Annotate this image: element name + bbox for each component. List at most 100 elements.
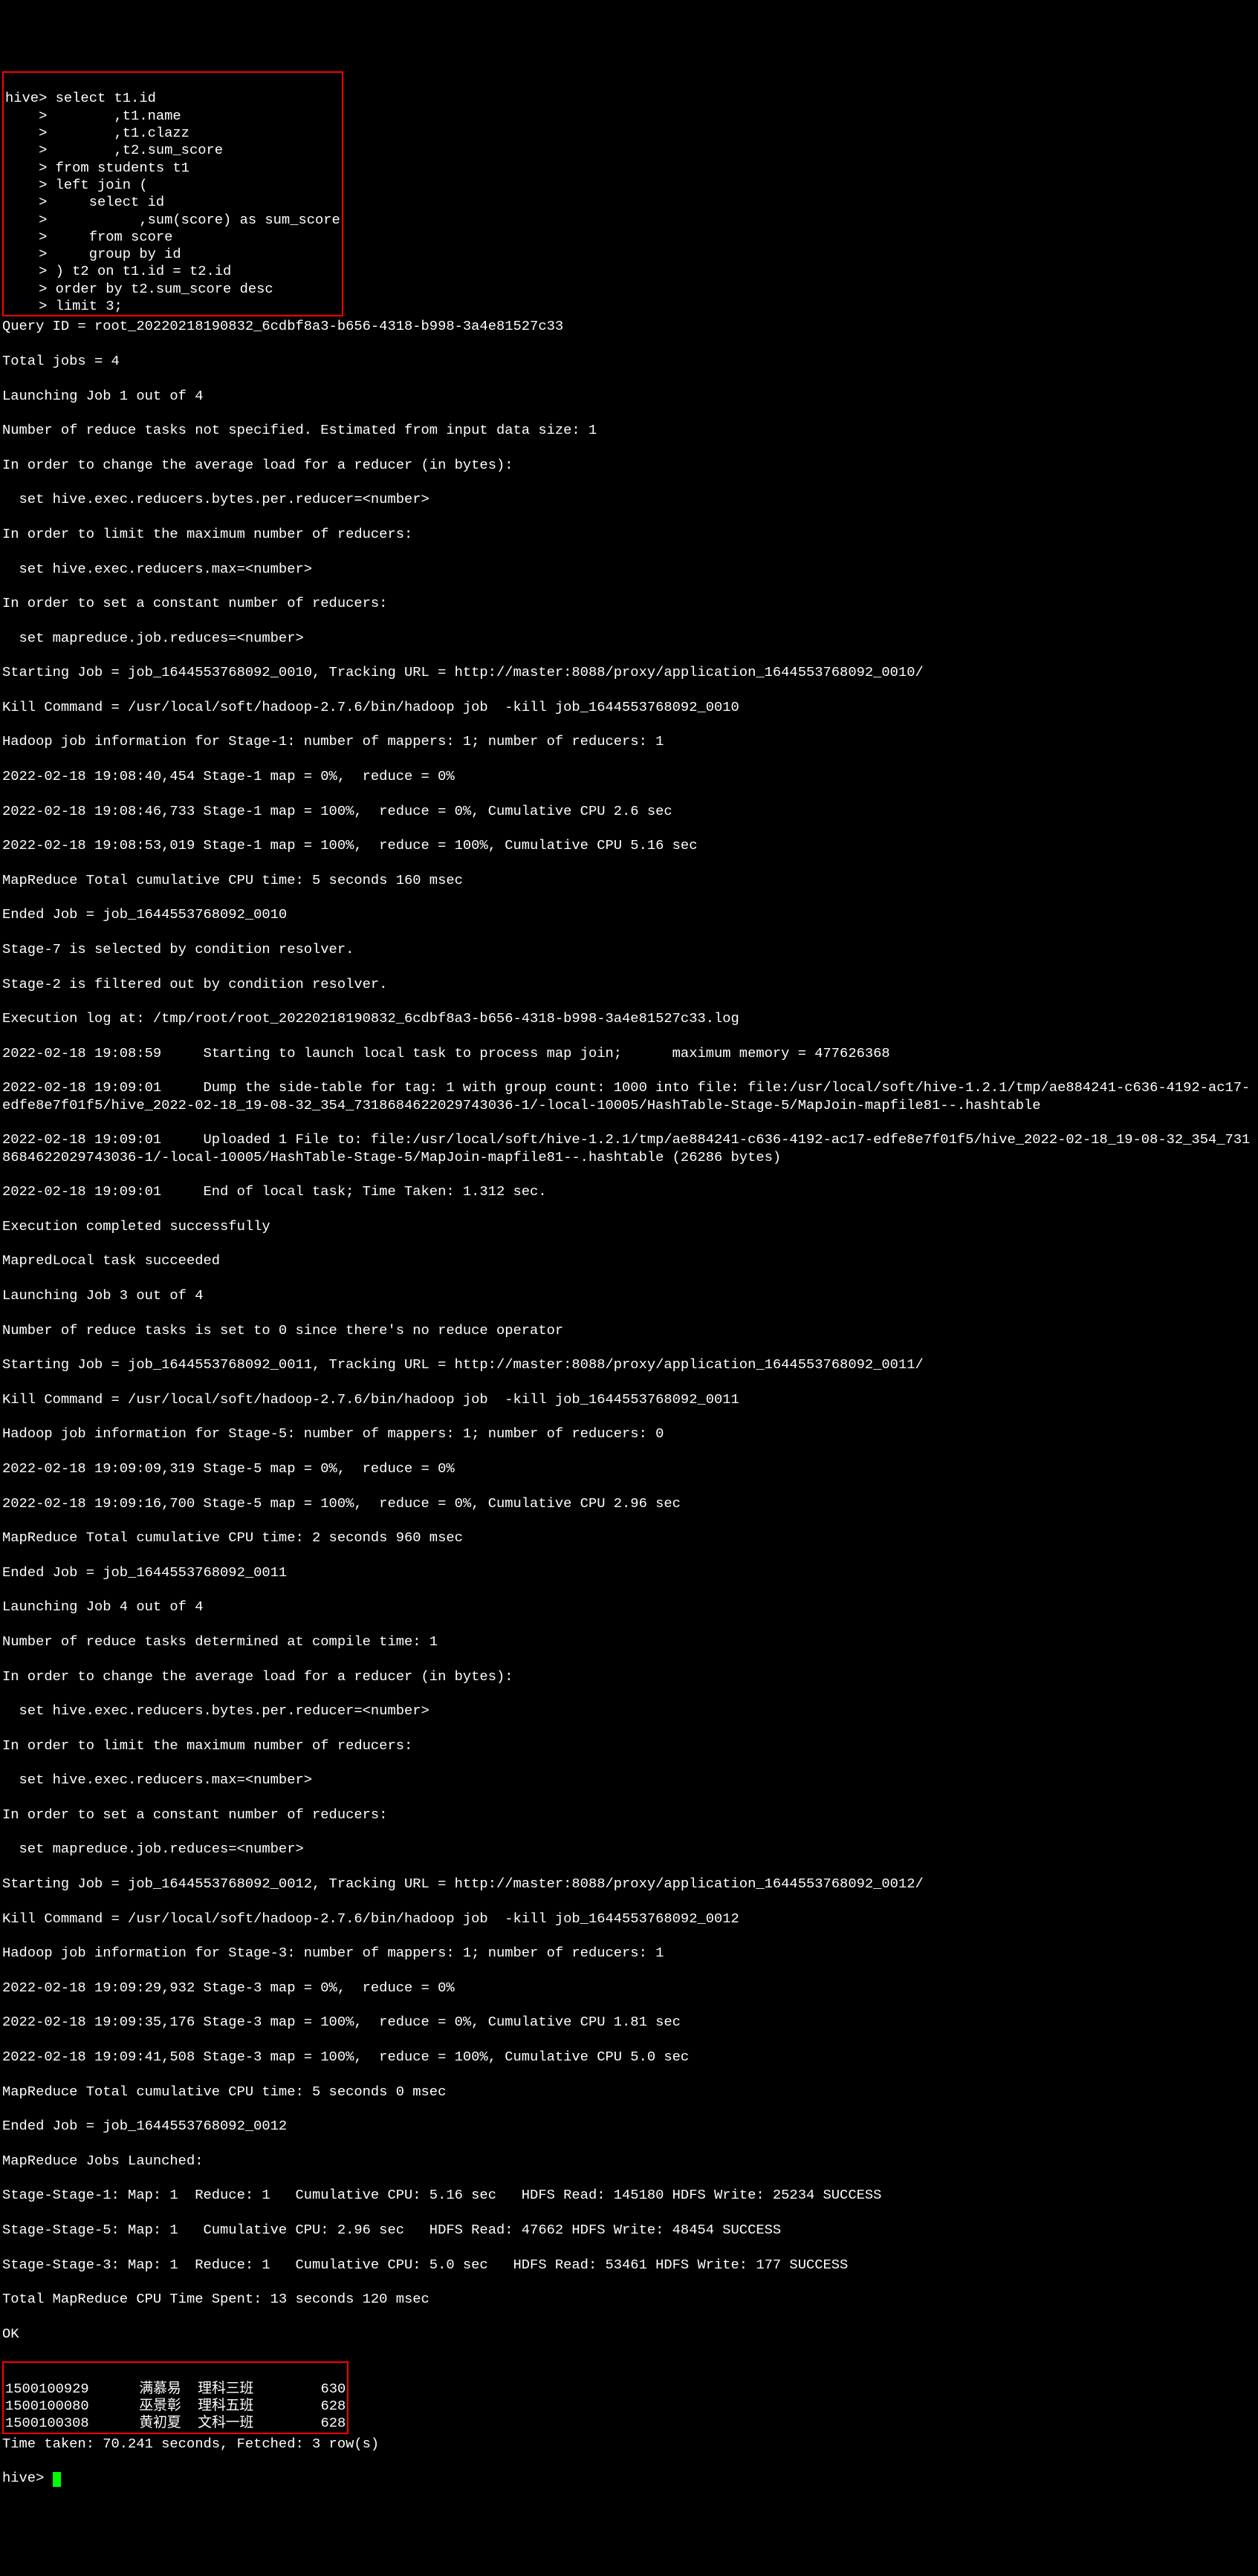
log-line: Query ID = root_20220218190832_6cdbf8a3-… xyxy=(2,318,1256,335)
sql-text: left join ( xyxy=(56,177,148,193)
sql-text: select t1.id xyxy=(56,90,156,106)
hive-cont-prompt: > xyxy=(5,212,56,228)
log-line: In order to limit the maximum number of … xyxy=(2,526,1256,543)
log-line: set mapreduce.job.reduces=<number> xyxy=(2,1841,1256,1858)
log-line: Launching Job 1 out of 4 xyxy=(2,388,1256,405)
result-row: 1500100929 满慕易 理科三班 630 xyxy=(5,2381,346,2397)
log-line: 2022-02-18 19:09:16,700 Stage-5 map = 10… xyxy=(2,1495,1256,1512)
log-line: Stage-Stage-1: Map: 1 Reduce: 1 Cumulati… xyxy=(2,2187,1256,2204)
sql-text: select id xyxy=(56,194,165,210)
sql-line: > ,t2.sum_score xyxy=(5,142,223,158)
log-line: Launching Job 4 out of 4 xyxy=(2,1598,1256,1616)
log-line: In order to limit the maximum number of … xyxy=(2,1737,1256,1754)
log-line: MapReduce Jobs Launched: xyxy=(2,2153,1256,2170)
query-result-block: 1500100929 满慕易 理科三班 630 1500100080 巫景彰 理… xyxy=(2,2361,348,2433)
log-line: 2022-02-18 19:09:01 Dump the side-table … xyxy=(2,1079,1256,1114)
hive-prompt: hive> xyxy=(2,2470,53,2486)
prompt-line[interactable]: hive> xyxy=(2,2470,1256,2487)
log-line: Starting Job = job_1644553768092_0010, T… xyxy=(2,664,1256,681)
log-line: Hadoop job information for Stage-1: numb… xyxy=(2,733,1256,750)
log-line: Ended Job = job_1644553768092_0010 xyxy=(2,906,1256,923)
log-line: Number of reduce tasks not specified. Es… xyxy=(2,422,1256,439)
sql-line: > limit 3; xyxy=(5,298,123,314)
sql-line: > order by t2.sum_score desc xyxy=(5,281,273,297)
sql-input-block: hive> select t1.id > ,t1.name > ,t1.claz… xyxy=(2,71,343,316)
sql-line: > left join ( xyxy=(5,177,148,193)
log-line: Hadoop job information for Stage-5: numb… xyxy=(2,1425,1256,1443)
log-line: Number of reduce tasks determined at com… xyxy=(2,1633,1256,1650)
log-line: In order to set a constant number of red… xyxy=(2,595,1256,612)
log-line: set mapreduce.job.reduces=<number> xyxy=(2,630,1256,647)
sql-line: > group by id xyxy=(5,246,181,262)
log-line: In order to change the average load for … xyxy=(2,1668,1256,1685)
log-line: 2022-02-18 19:09:01 Uploaded 1 File to: … xyxy=(2,1131,1256,1166)
hive-cont-prompt: > xyxy=(5,125,56,141)
log-line: set hive.exec.reducers.bytes.per.reducer… xyxy=(2,491,1256,508)
log-line: MapReduce Total cumulative CPU time: 5 s… xyxy=(2,872,1256,889)
log-line: Hadoop job information for Stage-3: numb… xyxy=(2,1945,1256,1962)
sql-text: from students t1 xyxy=(56,160,189,176)
log-line: MapReduce Total cumulative CPU time: 2 s… xyxy=(2,1529,1256,1546)
result-row: 1500100080 巫景彰 理科五班 628 xyxy=(5,2398,346,2414)
sql-line: > from score xyxy=(5,229,172,245)
log-line: In order to set a constant number of red… xyxy=(2,1806,1256,1824)
log-line: 2022-02-18 19:09:01 End of local task; T… xyxy=(2,1183,1256,1200)
log-line: 2022-02-18 19:08:59 Starting to launch l… xyxy=(2,1045,1256,1062)
log-line: Kill Command = /usr/local/soft/hadoop-2.… xyxy=(2,699,1256,716)
log-line: set hive.exec.reducers.max=<number> xyxy=(2,1772,1256,1789)
hive-cont-prompt: > xyxy=(5,246,56,262)
sql-text: ,t2.sum_score xyxy=(56,142,223,158)
log-line: Kill Command = /usr/local/soft/hadoop-2.… xyxy=(2,1910,1256,1928)
log-line: Total MapReduce CPU Time Spent: 13 secon… xyxy=(2,2291,1256,2308)
sql-line: > ,t1.name xyxy=(5,108,181,124)
log-line: Execution completed successfully xyxy=(2,1218,1256,1235)
hive-cont-prompt: > xyxy=(5,160,56,176)
hive-cont-prompt: > xyxy=(5,108,56,124)
sql-text: ,t1.name xyxy=(56,108,181,124)
log-line: OK xyxy=(2,2326,1256,2343)
sql-line: > ) t2 on t1.id = t2.id xyxy=(5,263,231,279)
hive-cont-prompt: > xyxy=(5,281,56,297)
log-line: set hive.exec.reducers.max=<number> xyxy=(2,561,1256,578)
result-row: 1500100308 黄初夏 文科一班 628 xyxy=(5,2415,346,2431)
cursor-icon xyxy=(53,2472,61,2488)
hive-cont-prompt: > xyxy=(5,142,56,158)
hive-cont-prompt: > xyxy=(5,229,56,245)
log-line: Number of reduce tasks is set to 0 since… xyxy=(2,1322,1256,1339)
time-taken-line: Time taken: 70.241 seconds, Fetched: 3 r… xyxy=(2,2436,1256,2453)
log-line: 2022-02-18 19:09:41,508 Stage-3 map = 10… xyxy=(2,2049,1256,2066)
log-line: Stage-Stage-5: Map: 1 Cumulative CPU: 2.… xyxy=(2,2222,1256,2239)
log-line: In order to change the average load for … xyxy=(2,457,1256,474)
sql-text: order by t2.sum_score desc xyxy=(56,281,273,297)
log-line: MapReduce Total cumulative CPU time: 5 s… xyxy=(2,2084,1256,2101)
sql-line: > ,t1.clazz xyxy=(5,125,189,141)
log-line: 2022-02-18 19:08:40,454 Stage-1 map = 0%… xyxy=(2,768,1256,785)
log-line: Execution log at: /tmp/root/root_2022021… xyxy=(2,1010,1256,1027)
log-line: set hive.exec.reducers.bytes.per.reducer… xyxy=(2,1702,1256,1720)
log-line: 2022-02-18 19:09:09,319 Stage-5 map = 0%… xyxy=(2,1460,1256,1477)
log-line: Ended Job = job_1644553768092_0011 xyxy=(2,1564,1256,1581)
hive-cont-prompt: > xyxy=(5,298,56,314)
log-line: Stage-2 is filtered out by condition res… xyxy=(2,976,1256,993)
sql-text: limit 3; xyxy=(56,298,123,314)
hive-prompt: hive> xyxy=(5,90,56,106)
log-line: MapredLocal task succeeded xyxy=(2,1252,1256,1269)
log-line: 2022-02-18 19:08:46,733 Stage-1 map = 10… xyxy=(2,803,1256,820)
log-line: Starting Job = job_1644553768092_0011, T… xyxy=(2,1356,1256,1373)
log-line: 2022-02-18 19:09:35,176 Stage-3 map = 10… xyxy=(2,2014,1256,2031)
log-line: Kill Command = /usr/local/soft/hadoop-2.… xyxy=(2,1391,1256,1408)
log-line: Launching Job 3 out of 4 xyxy=(2,1287,1256,1304)
sql-text: ,t1.clazz xyxy=(56,125,189,141)
log-line: Total jobs = 4 xyxy=(2,353,1256,370)
log-line: Ended Job = job_1644553768092_0012 xyxy=(2,2118,1256,2135)
hive-cont-prompt: > xyxy=(5,263,56,279)
log-line: 2022-02-18 19:08:53,019 Stage-1 map = 10… xyxy=(2,837,1256,854)
sql-text: ) t2 on t1.id = t2.id xyxy=(56,263,232,279)
sql-text: from score xyxy=(56,229,173,245)
sql-text: ,sum(score) as sum_score xyxy=(56,212,340,228)
sql-text: group by id xyxy=(56,246,181,262)
sql-line: > from students t1 xyxy=(5,160,189,176)
log-line: Starting Job = job_1644553768092_0012, T… xyxy=(2,1876,1256,1893)
log-line: 2022-02-18 19:09:29,932 Stage-3 map = 0%… xyxy=(2,1980,1256,1997)
log-line: Stage-Stage-3: Map: 1 Reduce: 1 Cumulati… xyxy=(2,2257,1256,2274)
